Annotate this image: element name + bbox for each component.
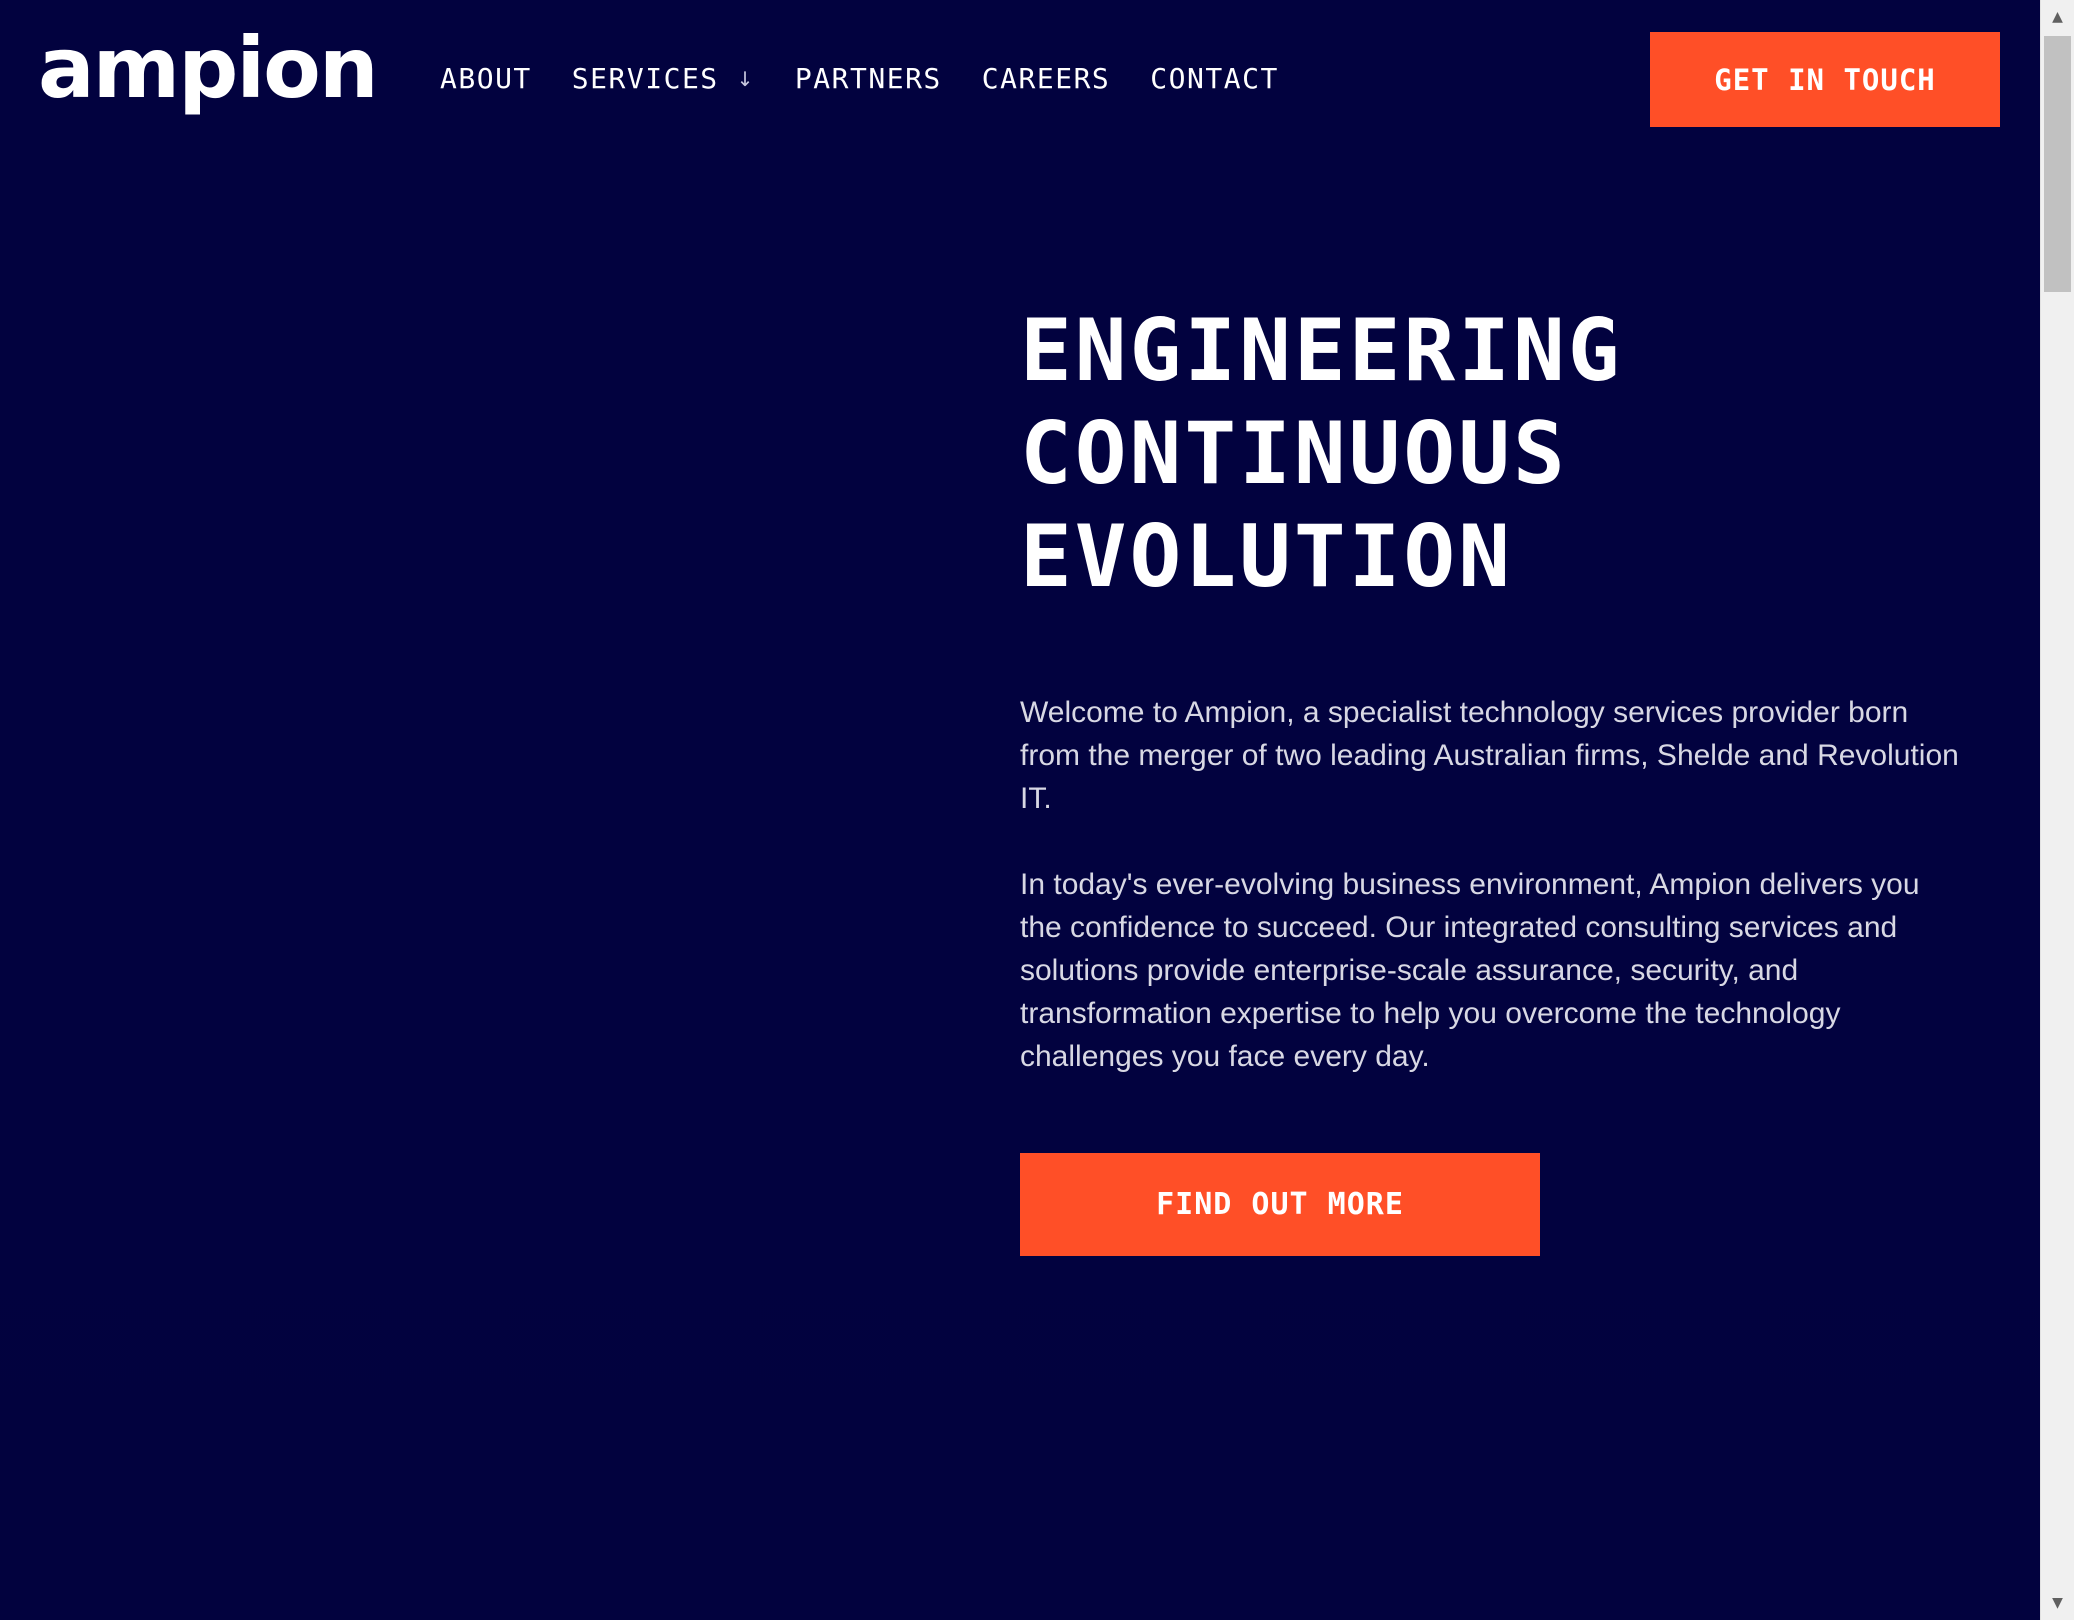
nav-item-services[interactable]: SERVICES ↓ (572, 62, 755, 95)
nav-item-contact[interactable]: CONTACT (1150, 62, 1279, 95)
arrow-down-icon: ↓ (736, 66, 755, 91)
hero-title-line: CONTINUOUS (1020, 404, 1568, 504)
nav-item-label: PARTNERS (794, 62, 942, 95)
hero-title-line: EVOLUTION (1020, 507, 1513, 607)
scrollbar-thumb[interactable] (2044, 36, 2071, 292)
nav-item-about[interactable]: ABOUT (440, 62, 532, 95)
nav-item-label: CONTACT (1150, 62, 1279, 95)
nav-item-label: CAREERS (981, 62, 1111, 95)
find-out-more-button[interactable]: FIND OUT MORE (1020, 1153, 1540, 1256)
nav-item-careers[interactable]: CAREERS (982, 62, 1111, 95)
nav-item-partners[interactable]: PARTNERS (795, 62, 942, 95)
hero-section: ENGINEERING CONTINUOUS EVOLUTION Welcome… (1020, 300, 1960, 1256)
vertical-scrollbar[interactable]: ▲ ▼ (2040, 0, 2074, 1620)
hero-title: ENGINEERING CONTINUOUS EVOLUTION (1020, 300, 1960, 609)
nav-item-label: SERVICES (571, 62, 719, 95)
ampion-logo[interactable]: ampion (38, 26, 379, 110)
hero-intro-paragraph: Welcome to Ampion, a specialist technolo… (1020, 696, 1959, 815)
scroll-up-arrow-icon[interactable]: ▲ (2041, 2, 2074, 32)
hero-body-paragraph: In today's ever-evolving business enviro… (1020, 868, 1920, 1073)
hero-title-line: ENGINEERING (1020, 301, 1623, 401)
scroll-down-arrow-icon[interactable]: ▼ (2041, 1588, 2074, 1618)
get-in-touch-button[interactable]: GET IN TOUCH (1650, 32, 2000, 127)
page-viewport: ampion ABOUT SERVICES ↓ PARTNERS CAREERS… (0, 0, 2040, 1620)
nav-item-label: ABOUT (440, 62, 532, 95)
main-nav: ABOUT SERVICES ↓ PARTNERS CAREERS CONTAC… (440, 62, 1319, 95)
site-header: ampion ABOUT SERVICES ↓ PARTNERS CAREERS… (0, 0, 2040, 160)
